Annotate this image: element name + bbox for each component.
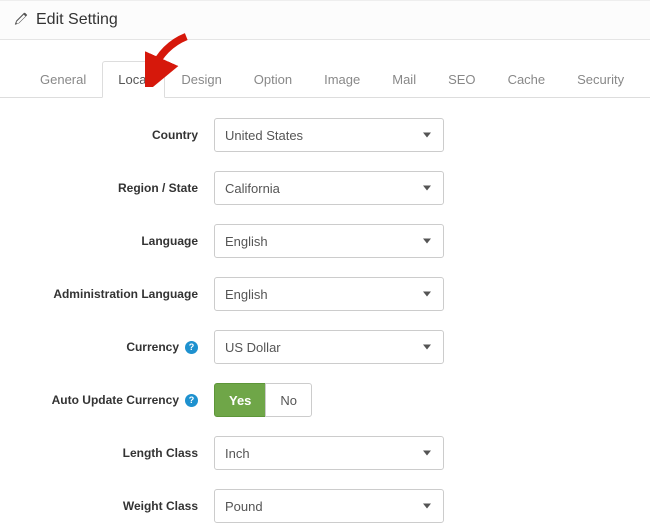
- tabs: General Local Design Option Image Mail S…: [0, 40, 650, 98]
- select-weight-class[interactable]: Pound: [214, 489, 444, 523]
- form-local: Country United States Region / State Cal…: [0, 98, 650, 523]
- row-auto-update-currency: Auto Update Currency ? Yes No: [24, 383, 626, 417]
- select-value: English: [225, 234, 268, 249]
- select-currency[interactable]: US Dollar: [214, 330, 444, 364]
- label-text: Auto Update Currency: [52, 393, 179, 407]
- row-country: Country United States: [24, 118, 626, 152]
- label-auto-update-currency: Auto Update Currency ?: [24, 393, 214, 407]
- chevron-down-icon: [423, 451, 431, 456]
- tab-image[interactable]: Image: [308, 61, 376, 98]
- row-language: Language English: [24, 224, 626, 258]
- select-value: Pound: [225, 499, 263, 514]
- select-value: English: [225, 287, 268, 302]
- chevron-down-icon: [423, 504, 431, 509]
- pencil-icon: [14, 12, 28, 29]
- chevron-down-icon: [423, 292, 431, 297]
- select-country[interactable]: United States: [214, 118, 444, 152]
- select-length-class[interactable]: Inch: [214, 436, 444, 470]
- label-length-class: Length Class: [24, 446, 214, 460]
- tab-design[interactable]: Design: [165, 61, 237, 98]
- tab-cache[interactable]: Cache: [492, 61, 562, 98]
- select-value: California: [225, 181, 280, 196]
- help-icon[interactable]: ?: [185, 394, 198, 407]
- row-region: Region / State California: [24, 171, 626, 205]
- select-value: Inch: [225, 446, 250, 461]
- label-weight-class: Weight Class: [24, 499, 214, 513]
- tab-mail[interactable]: Mail: [376, 61, 432, 98]
- select-language[interactable]: English: [214, 224, 444, 258]
- toggle-yes-button[interactable]: Yes: [214, 383, 266, 417]
- row-length-class: Length Class Inch: [24, 436, 626, 470]
- select-value: US Dollar: [225, 340, 281, 355]
- panel-header: Edit Setting: [0, 0, 650, 40]
- row-currency: Currency ? US Dollar: [24, 330, 626, 364]
- tab-general[interactable]: General: [24, 61, 102, 98]
- label-currency: Currency ?: [24, 340, 214, 354]
- label-admin-language: Administration Language: [24, 287, 214, 301]
- tab-option[interactable]: Option: [238, 61, 308, 98]
- select-value: United States: [225, 128, 303, 143]
- tab-local[interactable]: Local: [102, 61, 165, 98]
- chevron-down-icon: [423, 133, 431, 138]
- chevron-down-icon: [423, 345, 431, 350]
- toggle-no-button[interactable]: No: [265, 383, 312, 417]
- select-admin-language[interactable]: English: [214, 277, 444, 311]
- label-country: Country: [24, 128, 214, 142]
- label-region: Region / State: [24, 181, 214, 195]
- label-text: Currency: [126, 340, 179, 354]
- page-title: Edit Setting: [36, 11, 118, 29]
- select-region[interactable]: California: [214, 171, 444, 205]
- chevron-down-icon: [423, 186, 431, 191]
- label-language: Language: [24, 234, 214, 248]
- tab-seo[interactable]: SEO: [432, 61, 491, 98]
- tab-security[interactable]: Security: [561, 61, 640, 98]
- help-icon[interactable]: ?: [185, 341, 198, 354]
- row-admin-language: Administration Language English: [24, 277, 626, 311]
- toggle-auto-update-currency: Yes No: [214, 383, 312, 417]
- row-weight-class: Weight Class Pound: [24, 489, 626, 523]
- chevron-down-icon: [423, 239, 431, 244]
